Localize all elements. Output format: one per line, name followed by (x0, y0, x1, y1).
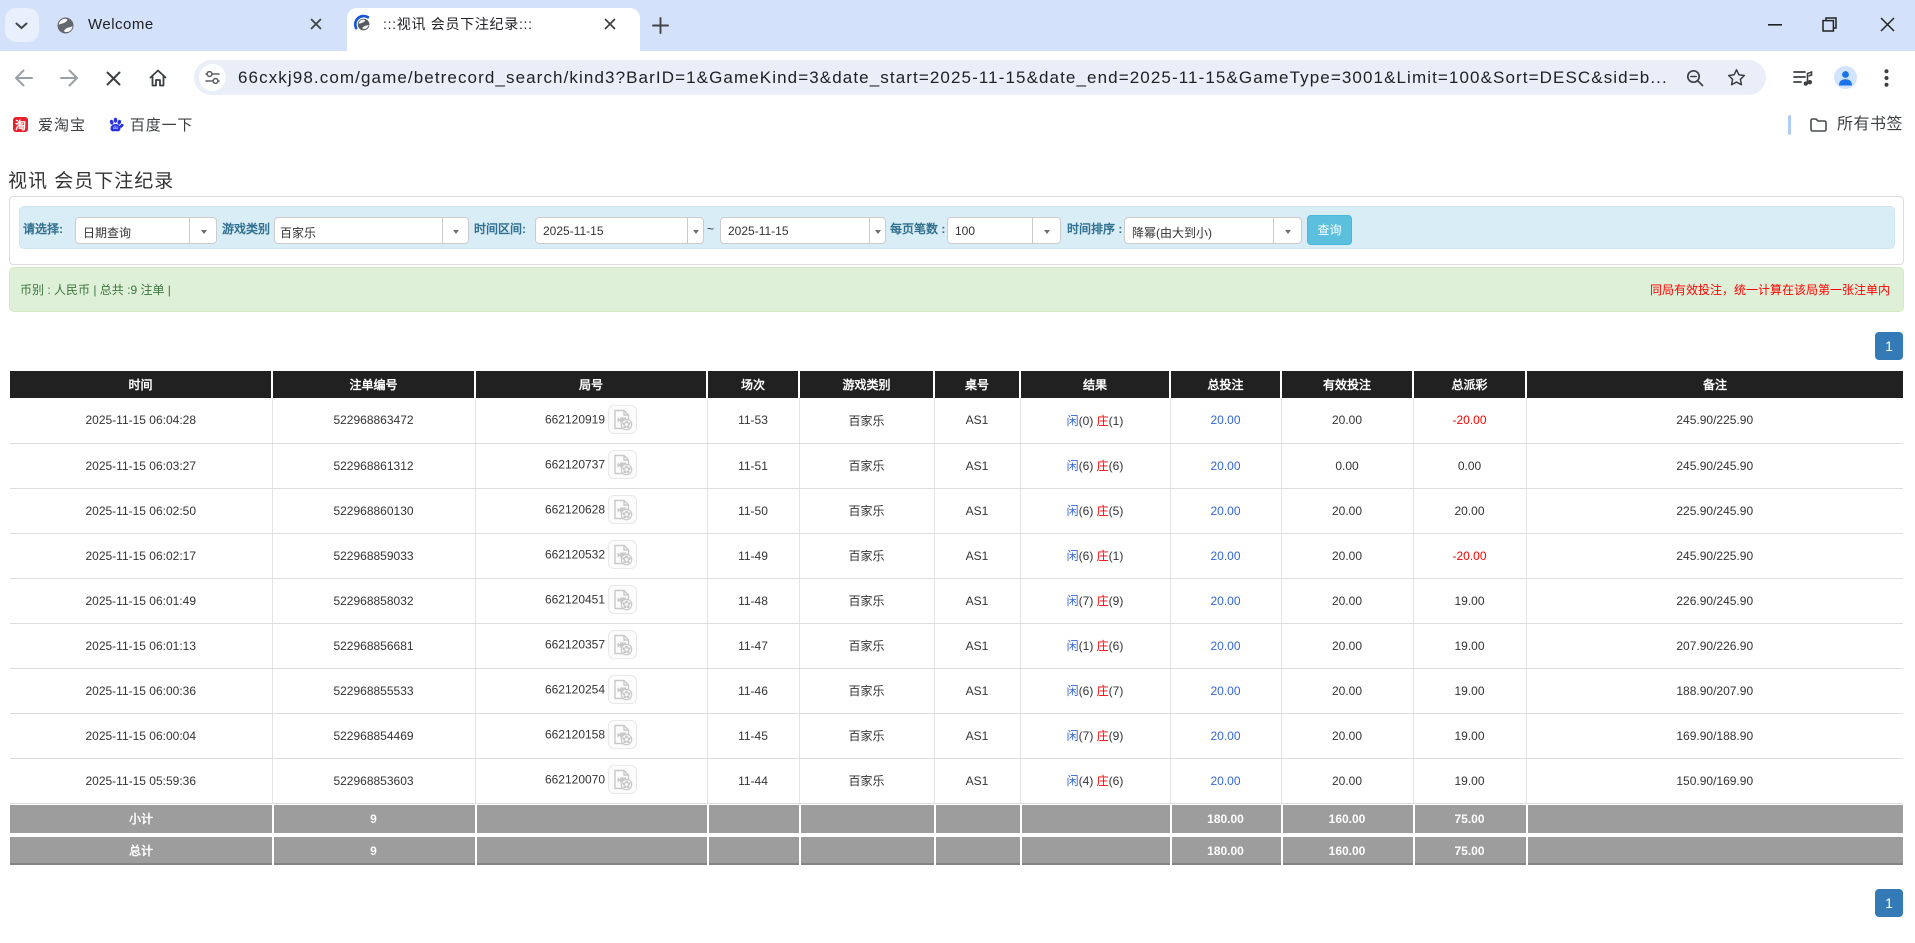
svg-text:du: du (113, 125, 118, 130)
